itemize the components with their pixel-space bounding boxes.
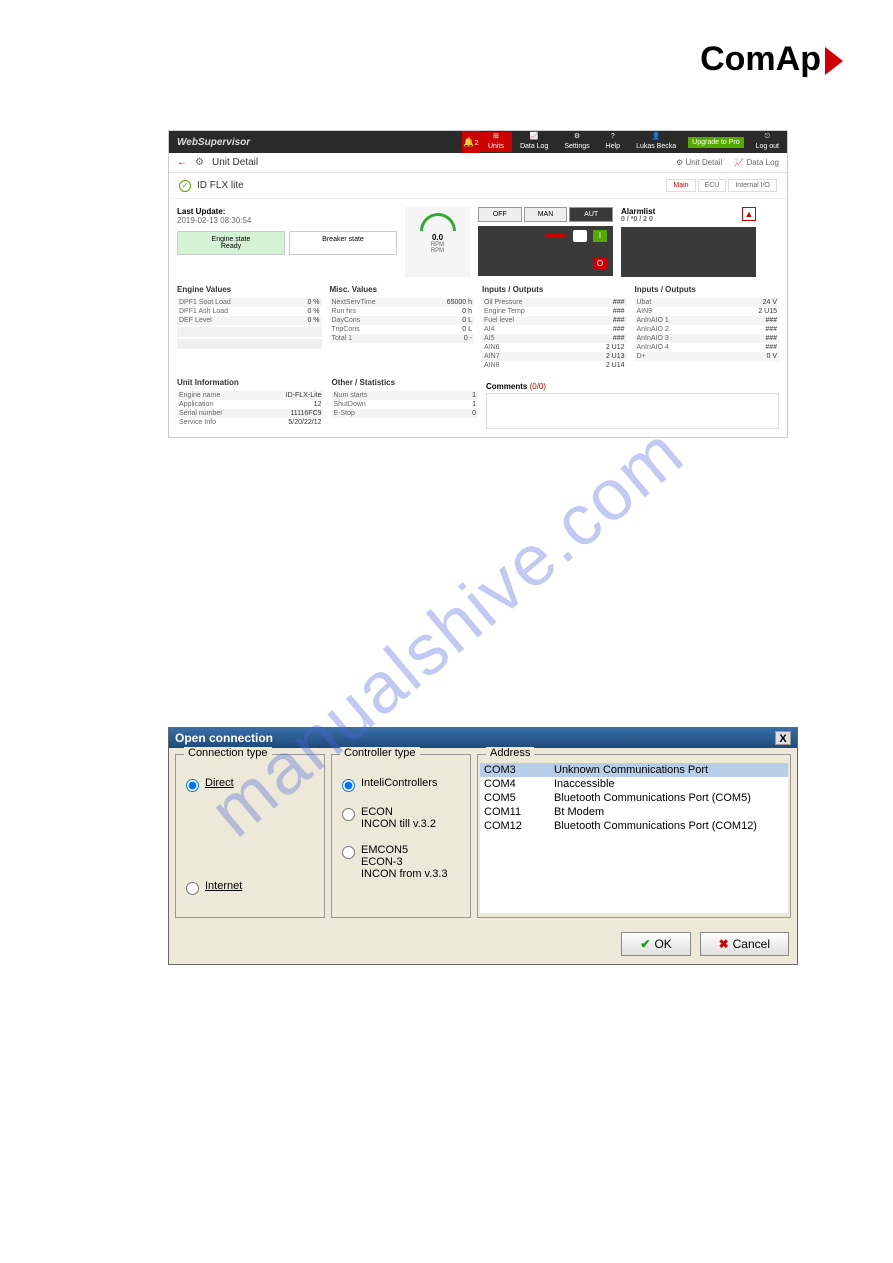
unit-title-bar: ✓ ID FLX lite Main ECU Internal I/O — [169, 173, 787, 199]
engine-state-box: Engine state Ready — [177, 231, 285, 255]
ws-header: WebSupervisor 🔔2 ⊞Units 📈Data Log ⚙Setti… — [169, 131, 787, 153]
ws-toolbar: ← ⚙ Unit Detail ⚙ Unit Detail 📈 Data Log — [169, 153, 787, 173]
address-row[interactable]: COM3Unknown Communications Port — [480, 763, 788, 777]
open-connection-dialog: Open connection X Connection type Direct… — [168, 727, 798, 965]
tab-ecu[interactable]: ECU — [698, 179, 727, 192]
rpm-gauge: 0.0 RPM RPM — [405, 207, 470, 277]
last-update-block: Last Update: 2019-02-13 08:30:54 Engine … — [177, 207, 397, 277]
nav-help[interactable]: ?Help — [598, 132, 628, 152]
radio-direct[interactable]: Direct — [186, 777, 314, 792]
address-row[interactable]: COM5Bluetooth Communications Port (COM5) — [480, 791, 788, 805]
engine-status-panel: I O — [478, 226, 613, 276]
close-button[interactable]: X — [775, 731, 791, 745]
notification-bell-icon[interactable]: 🔔2 — [462, 131, 480, 153]
io1-col: Inputs / Outputs Oil Pressure### Engine … — [482, 285, 627, 370]
mode-aut-button[interactable]: AUT — [569, 207, 613, 222]
link-unit-detail[interactable]: ⚙ Unit Detail — [676, 158, 722, 167]
engine-icon — [573, 230, 587, 242]
io2-col: Inputs / Outputs Ubat24 V AIN92 U15 AnIn… — [635, 285, 780, 370]
comments-col: Comments (0/0) — [486, 378, 779, 429]
nav-settings[interactable]: ⚙Settings — [556, 132, 597, 152]
back-button[interactable]: ← — [177, 157, 187, 168]
ws-brand: WebSupervisor — [169, 137, 258, 148]
comments-box[interactable] — [486, 393, 779, 429]
address-row[interactable]: COM12Bluetooth Communications Port (COM1… — [480, 819, 788, 833]
nav-datalog[interactable]: 📈Data Log — [512, 132, 556, 152]
address-row[interactable]: COM11Bt Modem — [480, 805, 788, 819]
radio-emcon5[interactable]: EMCON5 ECON-3 INCON from v.3.3 — [342, 844, 460, 880]
o-indicator[interactable]: O — [593, 258, 607, 270]
websupervisor-panel: WebSupervisor 🔔2 ⊞Units 📈Data Log ⚙Setti… — [168, 130, 788, 438]
other-stats-col: Other / Statistics Num starts1 ShutDown1… — [332, 378, 479, 429]
tab-internal-io[interactable]: Internal I/O — [728, 179, 777, 192]
status-check-icon: ✓ — [179, 180, 191, 192]
connection-type-group: Connection type Direct Internet — [175, 754, 325, 918]
misc-values-col: Misc. Values NextServTime65000 h Run hrs… — [330, 285, 475, 370]
ok-button[interactable]: ✔OK — [621, 932, 690, 956]
tab-main[interactable]: Main — [666, 179, 695, 192]
controller-type-group: Controller type InteliControllers ECON I… — [331, 754, 471, 918]
i-indicator[interactable]: I — [593, 230, 607, 242]
upgrade-button[interactable]: Upgrade to Pro — [688, 137, 743, 148]
address-row[interactable]: COM4Inaccessible — [480, 777, 788, 791]
mode-controls: OFF MAN AUT I O — [478, 207, 613, 277]
radio-econ[interactable]: ECON INCON till v.3.2 — [342, 806, 460, 830]
breaker-state-box: Breaker state — [289, 231, 397, 255]
radio-intelicontrollers[interactable]: InteliControllers — [342, 777, 460, 792]
logo-arrow-icon — [825, 47, 843, 75]
user-info: 👤Lukas Becka — [628, 132, 684, 152]
nav-units[interactable]: ⊞Units — [480, 132, 512, 152]
alarm-block: Alarmlist 0 / *0 / 2 0 ▲ — [621, 207, 756, 277]
link-data-log[interactable]: 📈 Data Log — [734, 158, 779, 167]
unit-icon: ⚙ — [195, 157, 204, 168]
alarm-warning-icon[interactable]: ▲ — [742, 207, 756, 221]
radio-internet[interactable]: Internet — [186, 880, 314, 895]
unit-info-col: Unit Information Engine nameID-FLX-Lite … — [177, 378, 324, 429]
x-icon: ✖ — [719, 937, 729, 951]
unit-name: ID FLX lite — [197, 180, 244, 191]
cancel-button[interactable]: ✖Cancel — [700, 932, 789, 956]
mode-man-button[interactable]: MAN — [524, 207, 568, 222]
check-icon: ✔ — [640, 937, 650, 951]
dialog-titlebar: Open connection X — [169, 728, 797, 748]
mode-off-button[interactable]: OFF — [478, 207, 522, 222]
logout-button[interactable]: ⎋Log out — [748, 132, 787, 152]
comap-logo: ComAp — [700, 40, 843, 79]
page-title: Unit Detail — [212, 157, 258, 168]
address-group: Address COM3Unknown Communications Port … — [477, 754, 791, 918]
engine-values-col: Engine Values DPF1 Soot Load0 % DPF1 Ash… — [177, 285, 322, 370]
